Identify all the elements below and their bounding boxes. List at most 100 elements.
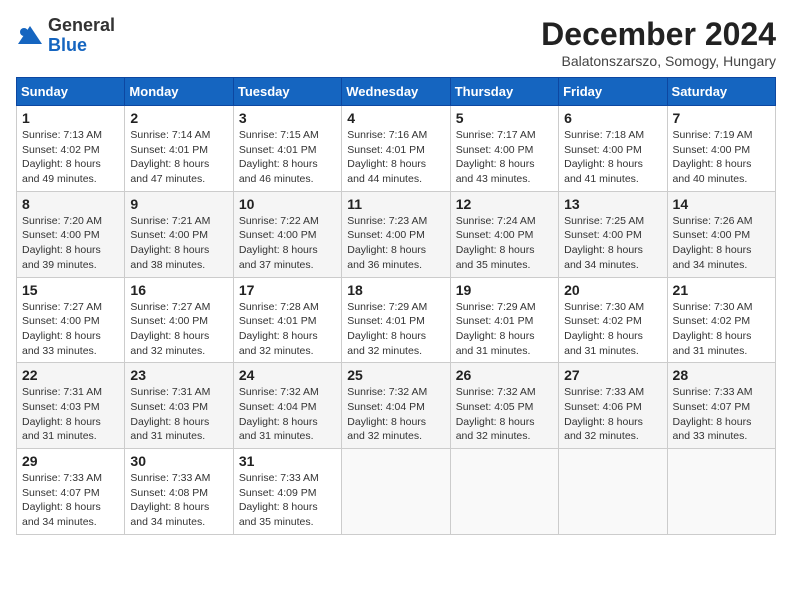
day-number: 27: [564, 367, 661, 383]
header-thursday: Thursday: [450, 78, 558, 106]
day-info: Sunrise: 7:23 AM Sunset: 4:00 PM Dayligh…: [347, 214, 444, 273]
table-row: 15 Sunrise: 7:27 AM Sunset: 4:00 PM Dayl…: [17, 277, 125, 363]
header-monday: Monday: [125, 78, 233, 106]
day-number: 9: [130, 196, 227, 212]
day-info: Sunrise: 7:33 AM Sunset: 4:07 PM Dayligh…: [673, 385, 770, 444]
day-info: Sunrise: 7:13 AM Sunset: 4:02 PM Dayligh…: [22, 128, 119, 187]
table-row: 23 Sunrise: 7:31 AM Sunset: 4:03 PM Dayl…: [125, 363, 233, 449]
table-row: 6 Sunrise: 7:18 AM Sunset: 4:00 PM Dayli…: [559, 106, 667, 192]
day-number: 10: [239, 196, 336, 212]
logo: General Blue: [16, 16, 115, 56]
table-row: 25 Sunrise: 7:32 AM Sunset: 4:04 PM Dayl…: [342, 363, 450, 449]
day-info: Sunrise: 7:31 AM Sunset: 4:03 PM Dayligh…: [22, 385, 119, 444]
day-info: Sunrise: 7:20 AM Sunset: 4:00 PM Dayligh…: [22, 214, 119, 273]
table-row: 18 Sunrise: 7:29 AM Sunset: 4:01 PM Dayl…: [342, 277, 450, 363]
day-info: Sunrise: 7:28 AM Sunset: 4:01 PM Dayligh…: [239, 300, 336, 359]
day-number: 5: [456, 110, 553, 126]
day-number: 6: [564, 110, 661, 126]
day-number: 17: [239, 282, 336, 298]
table-row: 4 Sunrise: 7:16 AM Sunset: 4:01 PM Dayli…: [342, 106, 450, 192]
table-row: 1 Sunrise: 7:13 AM Sunset: 4:02 PM Dayli…: [17, 106, 125, 192]
header: General Blue December 2024 Balatonszarsz…: [16, 16, 776, 69]
table-row: 17 Sunrise: 7:28 AM Sunset: 4:01 PM Dayl…: [233, 277, 341, 363]
table-row: 13 Sunrise: 7:25 AM Sunset: 4:00 PM Dayl…: [559, 191, 667, 277]
logo-general-text: General: [48, 15, 115, 35]
day-number: 15: [22, 282, 119, 298]
calendar-week-row: 15 Sunrise: 7:27 AM Sunset: 4:00 PM Dayl…: [17, 277, 776, 363]
day-info: Sunrise: 7:25 AM Sunset: 4:00 PM Dayligh…: [564, 214, 661, 273]
day-info: Sunrise: 7:22 AM Sunset: 4:00 PM Dayligh…: [239, 214, 336, 273]
day-number: 16: [130, 282, 227, 298]
table-row: 9 Sunrise: 7:21 AM Sunset: 4:00 PM Dayli…: [125, 191, 233, 277]
table-row: 20 Sunrise: 7:30 AM Sunset: 4:02 PM Dayl…: [559, 277, 667, 363]
day-info: Sunrise: 7:15 AM Sunset: 4:01 PM Dayligh…: [239, 128, 336, 187]
day-number: 13: [564, 196, 661, 212]
header-tuesday: Tuesday: [233, 78, 341, 106]
table-row: [667, 449, 775, 535]
table-row: 28 Sunrise: 7:33 AM Sunset: 4:07 PM Dayl…: [667, 363, 775, 449]
table-row: 24 Sunrise: 7:32 AM Sunset: 4:04 PM Dayl…: [233, 363, 341, 449]
table-row: 30 Sunrise: 7:33 AM Sunset: 4:08 PM Dayl…: [125, 449, 233, 535]
table-row: 11 Sunrise: 7:23 AM Sunset: 4:00 PM Dayl…: [342, 191, 450, 277]
day-info: Sunrise: 7:27 AM Sunset: 4:00 PM Dayligh…: [22, 300, 119, 359]
day-number: 11: [347, 196, 444, 212]
header-saturday: Saturday: [667, 78, 775, 106]
day-number: 7: [673, 110, 770, 126]
day-info: Sunrise: 7:29 AM Sunset: 4:01 PM Dayligh…: [456, 300, 553, 359]
day-number: 28: [673, 367, 770, 383]
day-number: 26: [456, 367, 553, 383]
table-row: 22 Sunrise: 7:31 AM Sunset: 4:03 PM Dayl…: [17, 363, 125, 449]
day-number: 21: [673, 282, 770, 298]
calendar-week-row: 29 Sunrise: 7:33 AM Sunset: 4:07 PM Dayl…: [17, 449, 776, 535]
table-row: [559, 449, 667, 535]
day-info: Sunrise: 7:32 AM Sunset: 4:04 PM Dayligh…: [239, 385, 336, 444]
day-info: Sunrise: 7:32 AM Sunset: 4:04 PM Dayligh…: [347, 385, 444, 444]
table-row: 10 Sunrise: 7:22 AM Sunset: 4:00 PM Dayl…: [233, 191, 341, 277]
table-row: 8 Sunrise: 7:20 AM Sunset: 4:00 PM Dayli…: [17, 191, 125, 277]
day-info: Sunrise: 7:26 AM Sunset: 4:00 PM Dayligh…: [673, 214, 770, 273]
day-number: 3: [239, 110, 336, 126]
calendar-header-row: Sunday Monday Tuesday Wednesday Thursday…: [17, 78, 776, 106]
table-row: 7 Sunrise: 7:19 AM Sunset: 4:00 PM Dayli…: [667, 106, 775, 192]
day-number: 19: [456, 282, 553, 298]
day-number: 29: [22, 453, 119, 469]
page-title: December 2024: [541, 16, 776, 53]
day-number: 24: [239, 367, 336, 383]
day-info: Sunrise: 7:30 AM Sunset: 4:02 PM Dayligh…: [673, 300, 770, 359]
day-number: 25: [347, 367, 444, 383]
table-row: 19 Sunrise: 7:29 AM Sunset: 4:01 PM Dayl…: [450, 277, 558, 363]
day-info: Sunrise: 7:33 AM Sunset: 4:09 PM Dayligh…: [239, 471, 336, 530]
day-number: 12: [456, 196, 553, 212]
day-info: Sunrise: 7:32 AM Sunset: 4:05 PM Dayligh…: [456, 385, 553, 444]
day-info: Sunrise: 7:33 AM Sunset: 4:06 PM Dayligh…: [564, 385, 661, 444]
table-row: 31 Sunrise: 7:33 AM Sunset: 4:09 PM Dayl…: [233, 449, 341, 535]
calendar-week-row: 1 Sunrise: 7:13 AM Sunset: 4:02 PM Dayli…: [17, 106, 776, 192]
day-number: 30: [130, 453, 227, 469]
logo-blue-text: Blue: [48, 35, 87, 55]
day-info: Sunrise: 7:31 AM Sunset: 4:03 PM Dayligh…: [130, 385, 227, 444]
calendar-week-row: 8 Sunrise: 7:20 AM Sunset: 4:00 PM Dayli…: [17, 191, 776, 277]
table-row: 12 Sunrise: 7:24 AM Sunset: 4:00 PM Dayl…: [450, 191, 558, 277]
day-number: 18: [347, 282, 444, 298]
table-row: 3 Sunrise: 7:15 AM Sunset: 4:01 PM Dayli…: [233, 106, 341, 192]
header-wednesday: Wednesday: [342, 78, 450, 106]
day-number: 20: [564, 282, 661, 298]
day-number: 23: [130, 367, 227, 383]
logo-icon: [16, 22, 44, 50]
day-info: Sunrise: 7:14 AM Sunset: 4:01 PM Dayligh…: [130, 128, 227, 187]
table-row: [342, 449, 450, 535]
page-subtitle: Balatonszarszo, Somogy, Hungary: [541, 53, 776, 69]
day-info: Sunrise: 7:21 AM Sunset: 4:00 PM Dayligh…: [130, 214, 227, 273]
table-row: 27 Sunrise: 7:33 AM Sunset: 4:06 PM Dayl…: [559, 363, 667, 449]
table-row: [450, 449, 558, 535]
title-area: December 2024 Balatonszarszo, Somogy, Hu…: [541, 16, 776, 69]
day-number: 2: [130, 110, 227, 126]
day-info: Sunrise: 7:18 AM Sunset: 4:00 PM Dayligh…: [564, 128, 661, 187]
table-row: 5 Sunrise: 7:17 AM Sunset: 4:00 PM Dayli…: [450, 106, 558, 192]
day-number: 8: [22, 196, 119, 212]
day-info: Sunrise: 7:24 AM Sunset: 4:00 PM Dayligh…: [456, 214, 553, 273]
day-info: Sunrise: 7:17 AM Sunset: 4:00 PM Dayligh…: [456, 128, 553, 187]
table-row: 26 Sunrise: 7:32 AM Sunset: 4:05 PM Dayl…: [450, 363, 558, 449]
day-number: 22: [22, 367, 119, 383]
calendar-week-row: 22 Sunrise: 7:31 AM Sunset: 4:03 PM Dayl…: [17, 363, 776, 449]
